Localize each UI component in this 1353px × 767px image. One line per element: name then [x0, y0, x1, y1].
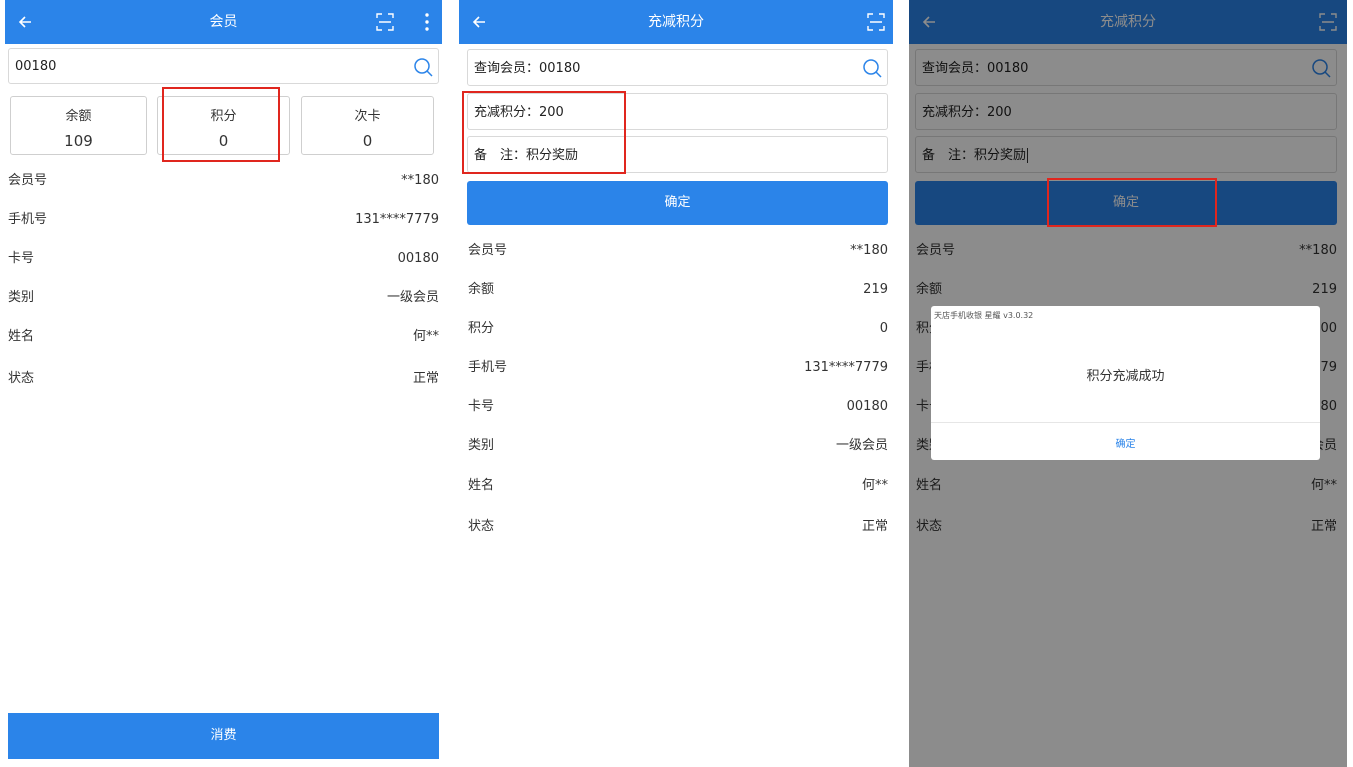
highlight-box-points [162, 87, 280, 162]
row-value: **180 [850, 243, 888, 258]
times-card-label: 次卡 [354, 109, 381, 124]
search-icon[interactable] [861, 57, 883, 79]
row-value: 00180 [397, 251, 439, 266]
scan-icon[interactable] [867, 13, 885, 31]
info-row-card-no: 卡号 00180 [468, 397, 888, 417]
highlight-box-inputs [462, 91, 626, 174]
info-row-points: 积分 0 [468, 319, 888, 339]
row-value: 正常 [861, 519, 888, 534]
search-value: 00180 [15, 59, 57, 74]
row-value: 一级会员 [835, 438, 888, 453]
row-label: 积分 [468, 321, 495, 336]
row-label: 卡号 [8, 251, 35, 266]
row-label: 卡号 [468, 399, 495, 414]
row-value: 何** [412, 329, 439, 344]
highlight-box-confirm [1047, 178, 1217, 227]
info-row-member-no: 会员号 **180 [8, 171, 439, 191]
row-value: 131****7779 [804, 360, 888, 375]
row-value: **180 [401, 173, 439, 188]
info-row-status: 状态 正常 [8, 369, 439, 389]
row-label: 手机号 [468, 360, 508, 375]
info-row-category: 类别 一级会员 [8, 288, 439, 308]
search-icon[interactable] [412, 56, 434, 78]
row-label: 余额 [468, 282, 495, 297]
query-member-input[interactable]: 查询会员：00180 [467, 49, 888, 86]
member-screen: 会员 00180 余额 109 积分 0 次卡 0 会员号 **180 手机号 … [5, 0, 442, 767]
row-value: 正常 [412, 371, 439, 386]
times-card-value: 0 [362, 132, 373, 150]
row-value: 131****7779 [355, 212, 439, 227]
row-label: 类别 [8, 290, 35, 305]
info-row-status: 状态 正常 [468, 517, 888, 537]
dialog-message: 积分充减成功 [1086, 369, 1165, 384]
confirm-button[interactable]: 确定 [467, 181, 888, 225]
dialog-divider [931, 422, 1320, 423]
info-row-card-no: 卡号 00180 [8, 249, 439, 269]
row-label: 手机号 [8, 212, 48, 227]
success-dialog: 天店手机收银 星耀 v3.0.32 积分充减成功 确定 [931, 306, 1320, 460]
row-value: 219 [863, 282, 888, 297]
adjust-points-success-screen: 充减积分 查询会员：00180 充减积分：200 备 注：积分奖励 确定 会员号… [909, 0, 1347, 767]
consume-button[interactable]: 消费 [8, 713, 439, 759]
row-label: 状态 [468, 519, 495, 534]
row-value: 何** [861, 478, 888, 493]
balance-label: 余额 [65, 109, 92, 124]
search-input[interactable]: 00180 [8, 48, 439, 84]
top-bar: 会员 [5, 0, 442, 44]
times-card-card[interactable]: 次卡 0 [301, 96, 434, 155]
row-value: 0 [879, 321, 888, 336]
row-label: 类别 [468, 438, 495, 453]
dialog-ok-button[interactable]: 确定 [931, 435, 1320, 450]
info-row-name: 姓名 何** [468, 476, 888, 496]
row-label: 姓名 [8, 329, 35, 344]
row-label: 姓名 [468, 478, 495, 493]
more-vertical-icon[interactable] [424, 12, 430, 32]
info-row-name: 姓名 何** [8, 327, 439, 347]
balance-value: 109 [64, 132, 93, 150]
row-value: 00180 [846, 399, 888, 414]
row-label: 状态 [8, 371, 35, 386]
dialog-app-title: 天店手机收银 星耀 v3.0.32 [934, 311, 1034, 320]
query-member-text: 查询会员：00180 [474, 61, 581, 76]
info-row-balance: 余额 219 [468, 280, 888, 300]
scan-icon[interactable] [376, 13, 394, 31]
info-row-member-no: 会员号 **180 [468, 241, 888, 261]
info-row-category: 类别 一级会员 [468, 436, 888, 456]
balance-card[interactable]: 余额 109 [10, 96, 147, 155]
row-label: 会员号 [8, 173, 48, 188]
page-title: 充减积分 [648, 14, 704, 30]
top-bar: 充减积分 [459, 0, 893, 44]
info-row-phone: 手机号 131****7779 [468, 358, 888, 378]
adjust-points-screen: 充减积分 查询会员：00180 充减积分：200 备 注：积分奖励 确定 会员号… [459, 0, 893, 767]
info-row-phone: 手机号 131****7779 [8, 210, 439, 230]
row-value: 一级会员 [386, 290, 439, 305]
row-label: 会员号 [468, 243, 508, 258]
